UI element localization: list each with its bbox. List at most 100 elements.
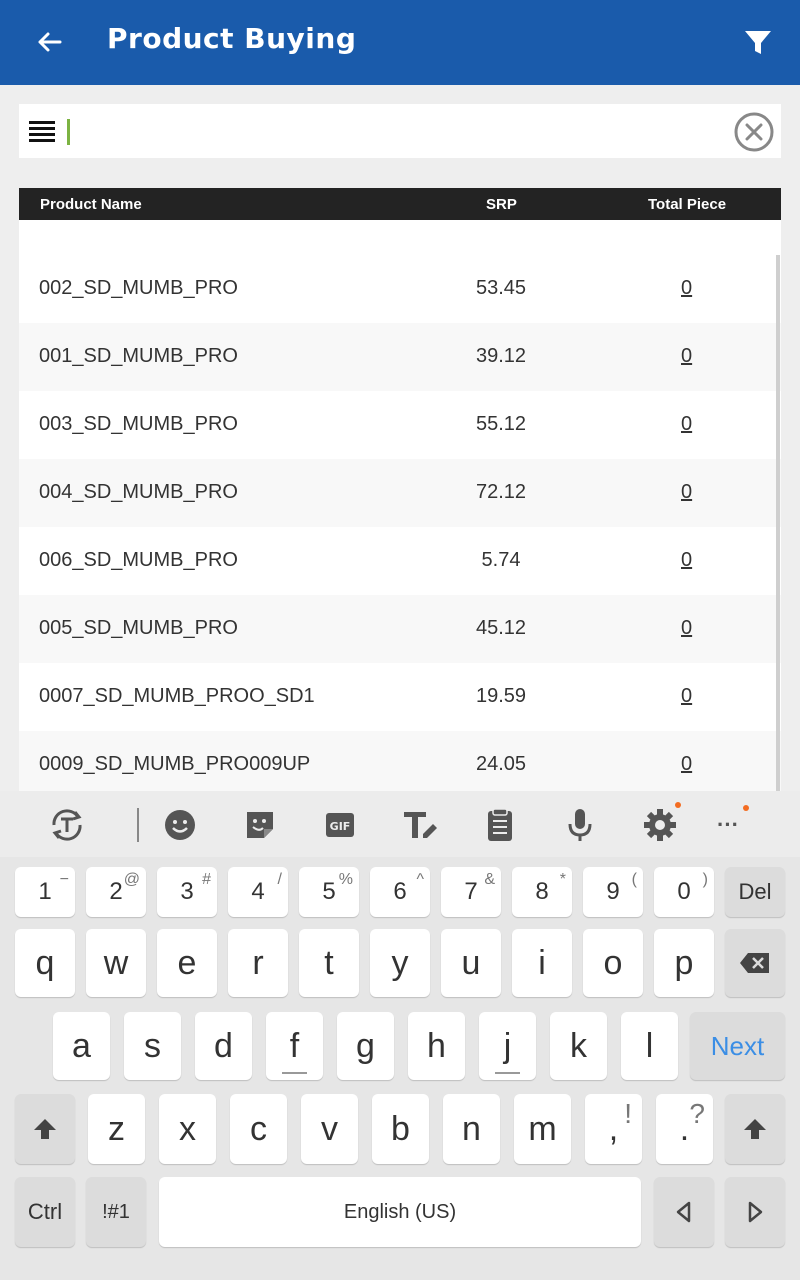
total-piece-link[interactable]: 0 — [681, 549, 692, 572]
clipboard-icon[interactable] — [479, 804, 521, 846]
total-piece-link[interactable]: 0 — [681, 753, 692, 776]
key-6[interactable]: 6 ^ — [370, 867, 430, 917]
key-i[interactable]: i — [512, 929, 572, 997]
key-h[interactable]: h — [408, 1012, 465, 1080]
gif-icon[interactable]: GIF — [319, 804, 361, 846]
chevron-left-icon — [676, 1201, 691, 1223]
total-piece-link[interactable]: 0 — [681, 481, 692, 504]
list-menu-icon[interactable] — [27, 118, 57, 144]
table-row[interactable]: 0009_SD_MUMB_PRO009UP 24.05 0 — [19, 731, 781, 791]
table-header: Product Name SRP Total Piece — [19, 188, 781, 220]
del-key[interactable]: Del — [725, 867, 785, 917]
key-1[interactable]: 1− — [15, 867, 75, 917]
translate-icon[interactable] — [46, 804, 88, 846]
header-product-name: Product Name — [40, 196, 142, 213]
key-p[interactable]: p — [654, 929, 714, 997]
key-3[interactable]: 3 # — [157, 867, 217, 917]
total-piece-link[interactable]: 0 — [681, 617, 692, 640]
key-s[interactable]: s — [124, 1012, 181, 1080]
cursor-right-key[interactable] — [725, 1177, 785, 1247]
mic-icon[interactable] — [559, 804, 601, 846]
product-srp: 55.12 — [475, 413, 527, 435]
sticker-icon[interactable] — [239, 804, 281, 846]
key-c[interactable]: c — [230, 1094, 287, 1164]
product-table: Product Name SRP Total Piece 002_SD_MUMB… — [19, 188, 781, 791]
ctrl-key[interactable]: Ctrl — [15, 1177, 75, 1247]
settings-notification-dot — [675, 802, 681, 808]
key-0[interactable]: 0) — [654, 867, 714, 917]
table-row[interactable]: 004_SD_MUMB_PRO 72.12 0 — [19, 459, 781, 527]
emoji-icon[interactable] — [159, 804, 201, 846]
key-period[interactable]: .? — [656, 1094, 713, 1164]
key-w[interactable]: w — [86, 929, 146, 997]
product-name: 004_SD_MUMB_PRO — [39, 481, 238, 503]
table-row[interactable]: 003_SD_MUMB_PRO 55.12 0 — [19, 391, 781, 459]
key-m[interactable]: m — [514, 1094, 571, 1164]
settings-icon[interactable] — [639, 804, 681, 846]
product-srp: 72.12 — [475, 481, 527, 503]
total-piece-link[interactable]: 0 — [681, 277, 692, 300]
key-a[interactable]: a — [53, 1012, 110, 1080]
filter-icon[interactable] — [738, 22, 778, 62]
backspace-key[interactable] — [725, 929, 785, 997]
key-f[interactable]: f — [266, 1012, 323, 1080]
home-key-marker — [495, 1072, 520, 1074]
product-name: 001_SD_MUMB_PRO — [39, 345, 238, 367]
key-5[interactable]: 5% — [299, 867, 359, 917]
table-row[interactable]: 006_SD_MUMB_PRO 5.74 0 — [19, 527, 781, 595]
key-8[interactable]: 8 * — [512, 867, 572, 917]
key-u[interactable]: u — [441, 929, 501, 997]
key-j[interactable]: j — [479, 1012, 536, 1080]
symbols-key[interactable]: !#1 — [86, 1177, 146, 1247]
key-x[interactable]: x — [159, 1094, 216, 1164]
key-n[interactable]: n — [443, 1094, 500, 1164]
key-q[interactable]: q — [15, 929, 75, 997]
product-srp: 5.74 — [481, 549, 521, 571]
table-row[interactable]: 0007_SD_MUMB_PROO_SD1 19.59 0 — [19, 663, 781, 731]
key-7[interactable]: 7 & — [441, 867, 501, 917]
key-r[interactable]: r — [228, 929, 288, 997]
key-b[interactable]: b — [372, 1094, 429, 1164]
total-piece-link[interactable]: 0 — [681, 685, 692, 708]
search-input[interactable] — [67, 119, 70, 145]
text-edit-icon[interactable] — [399, 804, 441, 846]
key-k[interactable]: k — [550, 1012, 607, 1080]
more-notification-dot — [743, 805, 749, 811]
key-9[interactable]: 9( — [583, 867, 643, 917]
backspace-icon — [740, 953, 769, 973]
table-row[interactable]: 002_SD_MUMB_PRO 53.45 0 — [19, 255, 781, 323]
product-srp: 24.05 — [475, 753, 527, 775]
product-name: 0009_SD_MUMB_PRO009UP — [39, 753, 311, 775]
total-piece-link[interactable]: 0 — [681, 413, 692, 436]
key-g[interactable]: g — [337, 1012, 394, 1080]
clear-icon[interactable] — [733, 111, 775, 153]
key-comma[interactable]: ,! — [585, 1094, 642, 1164]
space-key[interactable]: English (US) — [159, 1177, 641, 1247]
table-row[interactable]: 001_SD_MUMB_PRO 39.12 0 — [19, 323, 781, 391]
key-z[interactable]: z — [88, 1094, 145, 1164]
app-bar: Product Buying — [0, 0, 800, 85]
key-t[interactable]: t — [299, 929, 359, 997]
key-2[interactable]: 2 @ — [86, 867, 146, 917]
key-d[interactable]: d — [195, 1012, 252, 1080]
table-row[interactable]: 005_SD_MUMB_PRO 45.12 0 — [19, 595, 781, 663]
shift-key-right[interactable] — [725, 1094, 785, 1164]
more-icon[interactable]: ··· — [707, 804, 749, 846]
key-o[interactable]: o — [583, 929, 643, 997]
product-name: 002_SD_MUMB_PRO — [39, 277, 238, 299]
key-l[interactable]: l — [621, 1012, 678, 1080]
product-name: 0007_SD_MUMB_PROO_SD1 — [39, 685, 315, 707]
key-4[interactable]: 4/ — [228, 867, 288, 917]
total-piece-link[interactable]: 0 — [681, 345, 692, 368]
keyboard: GIF ··· 1− 2 @ 3 # 4/ 5% 6 ^ 7 & 8 * 9 (… — [0, 791, 800, 1280]
key-v[interactable]: v — [301, 1094, 358, 1164]
gif-label: GIF — [330, 820, 351, 833]
next-key[interactable]: Next — [690, 1012, 785, 1080]
key-y[interactable]: y — [370, 929, 430, 997]
shift-key-left[interactable] — [15, 1094, 75, 1164]
cursor-left-key[interactable] — [654, 1177, 714, 1247]
chevron-right-icon — [748, 1201, 763, 1223]
key-e[interactable]: e — [157, 929, 217, 997]
scrollbar[interactable] — [776, 255, 780, 791]
back-arrow-icon[interactable] — [30, 22, 70, 62]
